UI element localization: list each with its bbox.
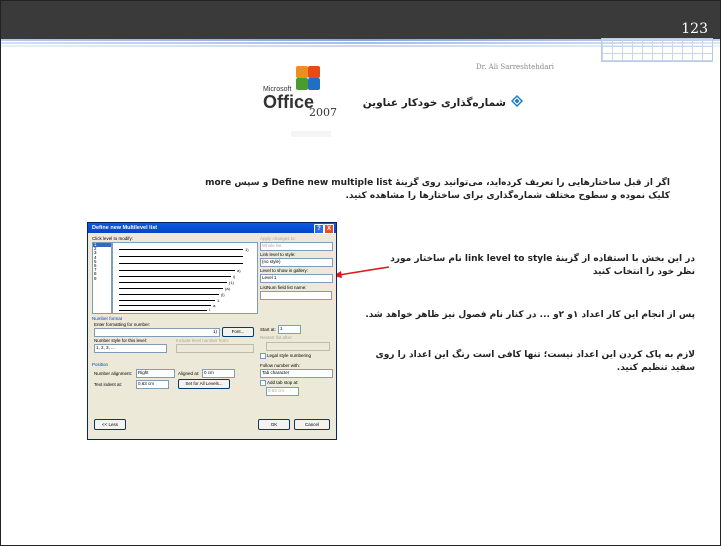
legal-style-label: Legal style numbering [267,353,312,358]
preview-label: i. [209,307,211,312]
legal-style-checkbox[interactable] [260,353,266,359]
number-format-section: Number format [92,316,123,321]
author-name: Dr. Ali Sarreshtehdari [476,63,555,71]
restart-list-label: Restart list after: [260,335,293,340]
number-alignment-select[interactable]: Right [136,369,175,378]
diamond-bullet-icon [511,95,523,107]
preview-label: i) [233,274,236,279]
cancel-button[interactable]: Cancel [294,419,330,430]
preview-label: a. [213,303,217,308]
link-level-label: Link level to style: [260,252,296,257]
position-section: Position [92,362,109,367]
ok-button[interactable]: OK [258,419,290,430]
level-item[interactable]: 9 [93,276,111,281]
gallery-level-select[interactable]: Level 1 [260,274,333,283]
click-level-label: Click level to modify: [92,236,134,241]
number-style-label: Number style for this level: [94,338,148,343]
link-level-select[interactable]: (no style) [260,258,333,267]
text-indent-label: Text indent at: [94,382,123,387]
paragraph-link-level: در این بخش با استفاده از گزینهٔ link lev… [390,254,695,277]
include-level-label: Include level number from: [176,338,230,343]
link-level-value: (no style) [262,259,281,264]
restart-list-select[interactable] [266,342,330,351]
dialog-title: Define new Multilevel list [92,225,158,231]
preview-label: 1. [217,298,221,303]
list-preview: 1) a) i) (1) (a) (i) 1. a. i. [112,242,258,314]
logo-reflection [291,131,331,137]
enter-format-label: Enter formatting for number: [94,322,151,327]
number-style-select[interactable]: 1, 2, 3, ... [94,344,167,353]
logo-version: 2007 [309,106,337,119]
add-tab-input[interactable]: 0.63 cm [266,387,299,396]
intro-text: اگر از قبل ساختارهایی را تعریف کرده‌اید،… [205,178,670,201]
font-button[interactable]: Font... [222,327,254,337]
add-tab-label: Add tab stop at: [267,380,299,385]
dialog-title-bar: Define new Multilevel list ? X [88,223,336,234]
office-logo: Microsoft Office 2007 [263,66,373,126]
aligned-at-input[interactable]: 0 cm [202,369,235,378]
include-level-select[interactable] [176,344,254,353]
number-alignment-label: Number alignment: [94,371,133,376]
slide-frame: 123 Dr. Ali Sarreshtehdari Microsoft Off… [0,0,721,546]
preview-label: (a) [225,286,230,291]
less-button[interactable]: << Less [94,419,126,430]
slide-top-bar [1,1,720,39]
format-input[interactable]: 1) [94,328,220,337]
slide-title: شماره‌گذاری خودکار عناوین [362,97,506,109]
level-list[interactable]: 1 2 3 4 5 6 7 8 9 [92,242,112,314]
paragraph-numbers-appear: پس از انجام این کار اعداد ۱و ۲و ... در ک… [365,310,695,320]
start-at-label: Start at: [260,327,276,332]
preview-label: 1) [245,247,249,252]
start-at-input[interactable]: 1 [278,325,301,334]
apply-changes-label: Apply changes to: [260,236,296,241]
paragraph-white-color: لازم به پاک کردن این اعداد نیست؛ تنها کا… [375,350,695,373]
decorative-grid [601,38,713,62]
gallery-level-label: Level to show in gallery: [260,268,309,273]
listnum-label: ListNum field list name: [260,285,307,290]
text-indent-input[interactable]: 0.63 cm [136,380,169,389]
aligned-at-label: Aligned at: [178,371,200,376]
set-all-levels-button[interactable]: Set for All Levels... [178,379,230,389]
preview-label: (i) [221,292,225,297]
gallery-level-value: Level 1 [262,275,277,280]
follow-number-select[interactable]: Tab character [260,369,333,378]
page-number: 123 [681,21,708,37]
close-button[interactable]: X [324,224,334,234]
add-tab-checkbox[interactable] [260,380,266,386]
follow-number-label: Follow number with: [260,363,301,368]
multilevel-list-dialog: Define new Multilevel list ? X Click lev… [87,222,337,440]
preview-label: a) [237,268,241,273]
red-arrow-icon [333,266,390,278]
logo-product: Office [263,92,315,112]
preview-label: (1) [229,280,234,285]
listnum-input[interactable] [260,291,332,300]
help-button[interactable]: ? [314,224,324,234]
apply-changes-select[interactable]: Whole list [260,242,333,251]
